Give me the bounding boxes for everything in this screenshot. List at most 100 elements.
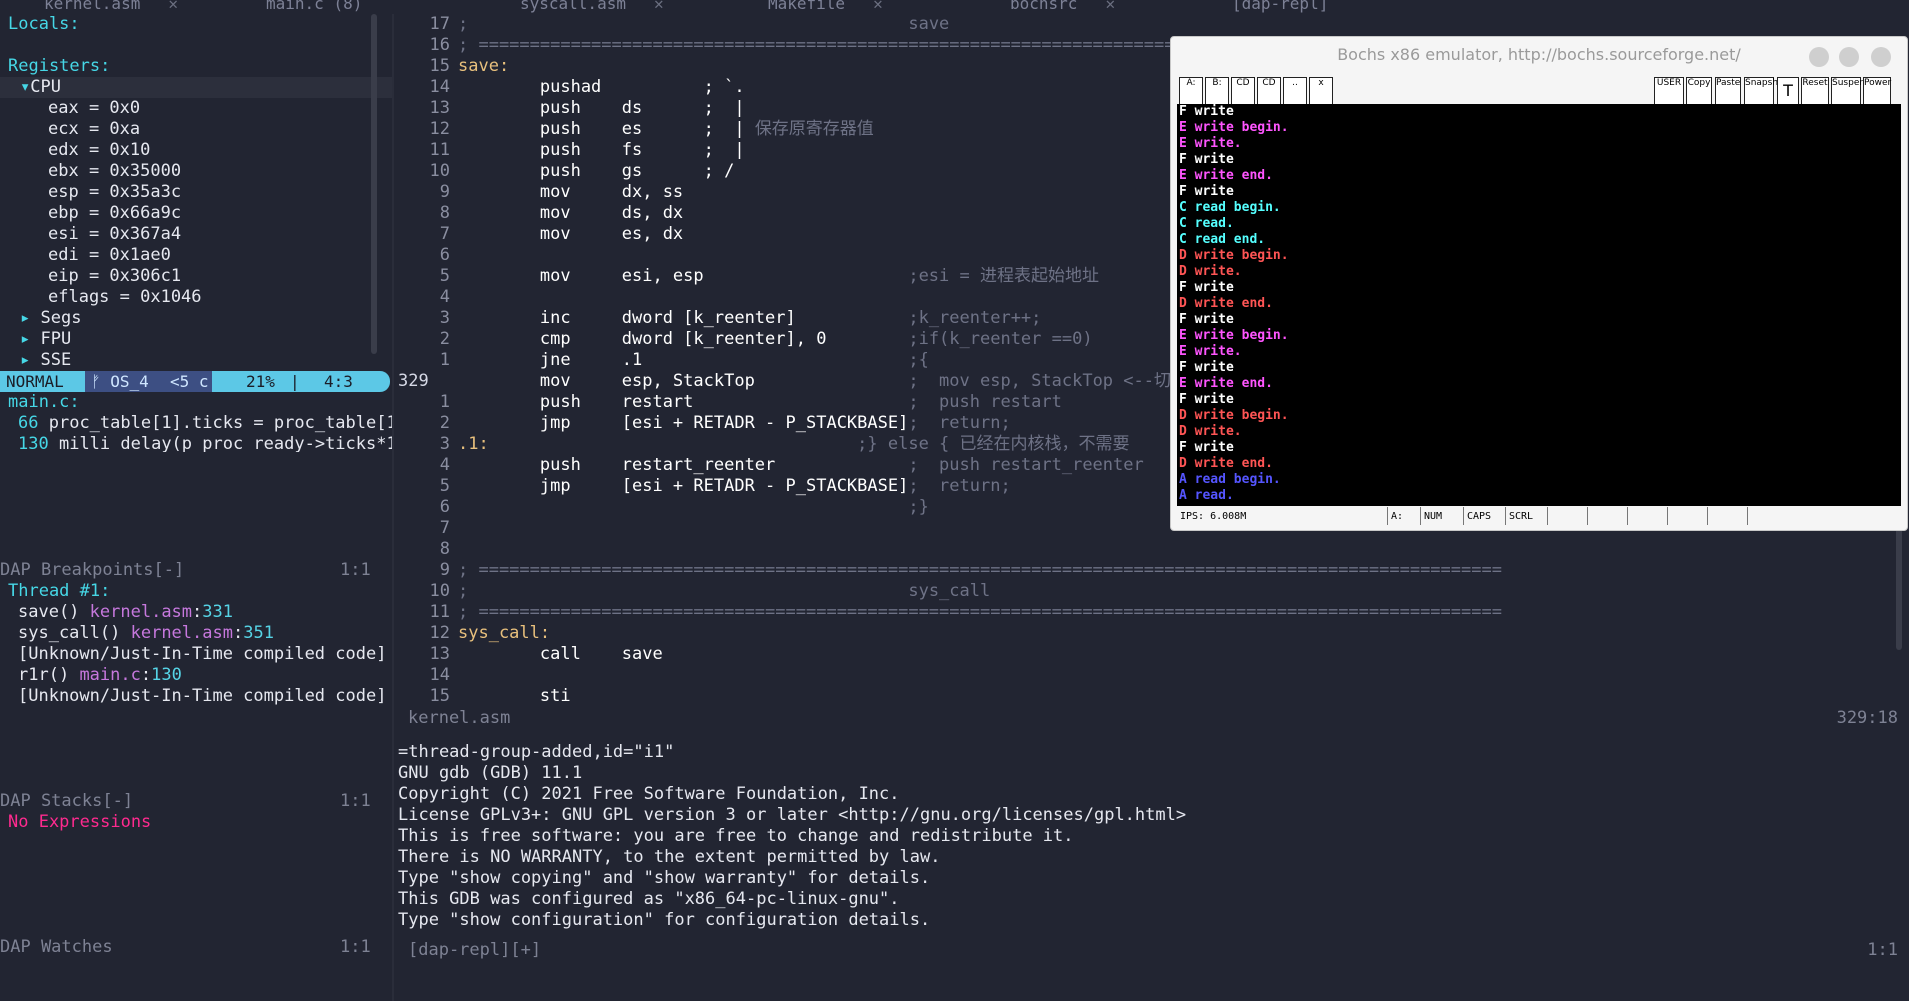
tab-kernel-asm[interactable]: kernel.asm ✕ xyxy=(40,0,178,14)
cdrom-2-icon[interactable]: CD xyxy=(1257,77,1281,105)
register-item[interactable]: eax = 0x0 xyxy=(0,98,392,119)
breakpoint-frame[interactable]: sys_call() kernel.asm:351 xyxy=(0,623,392,644)
screen-process-letter: E xyxy=(1179,120,1187,135)
cdrom-icon[interactable]: CD xyxy=(1231,77,1255,105)
line-number: 10 xyxy=(429,161,450,181)
reset-icon[interactable]: Reset xyxy=(1801,77,1829,105)
code-line[interactable]: 13 call save xyxy=(398,644,1909,665)
floppy-a-icon[interactable]: A: xyxy=(1179,77,1203,105)
tab-close-icon[interactable]: ✕ xyxy=(168,0,178,13)
screen-process-letter: E xyxy=(1179,136,1187,151)
code-line[interactable]: 12 sys_call: xyxy=(398,623,1909,644)
code-comment: ;if(k_reenter ==0) xyxy=(826,329,1093,349)
code-text: mov esi, esp xyxy=(458,266,704,286)
minimize-button[interactable] xyxy=(1809,47,1829,67)
screen-text: write xyxy=(1194,280,1234,295)
code-line[interactable]: 10; sys_call xyxy=(398,581,1909,602)
code-line[interactable]: 11 ; ====================================… xyxy=(398,602,1909,623)
copy-icon[interactable]: Copy xyxy=(1686,77,1712,105)
locals-header[interactable]: Locals: xyxy=(0,14,392,35)
registers-header[interactable]: Registers: xyxy=(0,56,392,77)
register-item[interactable]: ecx = 0xa xyxy=(0,119,392,140)
register-item[interactable]: eflags = 0x1046 xyxy=(0,287,392,308)
snapshot-icon[interactable]: Snapshot xyxy=(1744,77,1787,105)
vertical-split[interactable] xyxy=(392,14,394,1001)
breakpoint-frame[interactable]: save() kernel.asm:331 xyxy=(0,602,392,623)
register-list: eax = 0x0 ecx = 0xa edx = 0x10 ebx = 0x3500… xyxy=(0,98,392,308)
side-scrollbar[interactable] xyxy=(371,14,377,354)
line-number: 10 xyxy=(429,581,450,601)
paste-icon[interactable]: Paste xyxy=(1715,77,1741,105)
register-item[interactable]: esp = 0x35a3c xyxy=(0,182,392,203)
tab-makefile[interactable]: Makefile ✕ xyxy=(764,0,883,14)
frame-line: 351 xyxy=(243,623,274,643)
code-line[interactable]: 14 xyxy=(398,665,1909,686)
tab-close-icon[interactable]: ✕ xyxy=(654,0,664,13)
code-text: push es ; | xyxy=(458,119,755,139)
stack-line[interactable]: 130 milli_delay(p_proc_ready->ticks*1 xyxy=(0,434,392,452)
config-icon[interactable]: T xyxy=(1777,77,1799,105)
code-comment: ; mov esp, StackTop <--切换 xyxy=(754,371,1188,391)
line-number: 14 xyxy=(429,77,450,97)
close-button[interactable] xyxy=(1871,47,1891,67)
floppy-b-icon[interactable]: B: xyxy=(1205,77,1229,105)
code-text: jne .1 xyxy=(458,350,643,370)
breakpoint-frame[interactable]: [Unknown/Just-In-Time compiled code] xyxy=(0,686,392,707)
screen-process-letter: D xyxy=(1179,424,1187,439)
screen-process-letter: F xyxy=(1179,312,1187,327)
maximize-button[interactable] xyxy=(1839,47,1859,67)
line-number: 7 xyxy=(439,224,450,244)
repl-output-line: GNU gdb (GDB) 11.1 xyxy=(398,763,583,783)
code-text: push fs ; | xyxy=(458,140,745,160)
breakpoint-frame[interactable]: r1r() main.c:130 xyxy=(0,665,392,686)
register-item[interactable]: ebx = 0x35000 xyxy=(0,161,392,182)
tab-main-c[interactable]: main.c (8) xyxy=(262,0,362,14)
fpu-group[interactable]: ▸ FPU xyxy=(0,329,392,350)
stack-line[interactable]: 66 proc_table[1].ticks = proc_table[1 ▶ xyxy=(0,413,392,434)
frame-function: save() xyxy=(18,602,80,622)
breakpoint-frame[interactable]: [Unknown/Just-In-Time compiled code] xyxy=(0,644,392,665)
screen-line: E write. xyxy=(1177,136,1901,152)
register-item[interactable]: eip = 0x306c1 xyxy=(0,266,392,287)
register-item[interactable]: ebp = 0x66a9c xyxy=(0,203,392,224)
user-icon[interactable]: USER xyxy=(1654,77,1684,105)
tab-close-icon[interactable]: ✕ xyxy=(1105,0,1115,13)
register-item[interactable]: edx = 0x10 xyxy=(0,140,392,161)
line-number: 15 xyxy=(429,56,450,76)
tab-bochsrc[interactable]: bochsrc ✕ xyxy=(1006,0,1115,14)
line-number: 2 xyxy=(439,329,450,349)
tab-dap-repl[interactable]: [dap-repl] xyxy=(1228,0,1328,14)
breakpoints-title: DAP Breakpoints[-] 1:1 xyxy=(0,560,371,580)
sse-group[interactable]: ▸ SSE xyxy=(0,350,392,371)
line-number: 2 xyxy=(439,413,450,433)
bochs-window[interactable]: Bochs x86 emulator, http://bochs.sourcef… xyxy=(1170,36,1908,531)
thread-label[interactable]: Thread #1: xyxy=(0,581,392,602)
mouse-icon[interactable]: .. xyxy=(1283,77,1307,105)
register-item[interactable]: edi = 0x1ae0 xyxy=(0,245,392,266)
code-line[interactable]: 15 sti xyxy=(398,686,1909,707)
editor-scrollbar[interactable] xyxy=(1896,520,1902,650)
screen-process-letter: A xyxy=(1179,472,1187,487)
code-line[interactable]: 9 ; =====================================… xyxy=(398,560,1909,581)
cpu-group[interactable]: ▾CPU xyxy=(0,77,392,98)
status-line: NORMAL ᚠ OS_4 <5 c 21% | 4:3 xyxy=(0,371,390,392)
screen-line: F write xyxy=(1177,280,1901,296)
dap-repl-console[interactable]: =thread-group-added,id="i1" GNU gdb (GDB)… xyxy=(398,742,1798,942)
bochs-screen[interactable]: F write E write begin. E write. F write E wr… xyxy=(1177,104,1901,506)
code-comment: ; return; xyxy=(908,413,1011,433)
tab-syscall-asm[interactable]: syscall.asm ✕ xyxy=(516,0,664,14)
screen-text: write. xyxy=(1194,424,1242,439)
code-line[interactable]: 17; save xyxy=(398,14,1909,35)
screen-text: write end. xyxy=(1194,376,1273,391)
suspend-icon[interactable]: Suspend xyxy=(1831,77,1871,105)
register-item[interactable]: esi = 0x367a4 xyxy=(0,224,392,245)
tab-close-icon[interactable]: ✕ xyxy=(873,0,883,13)
stack-file[interactable]: main.c: xyxy=(0,392,392,413)
code-line[interactable]: 8 xyxy=(398,539,1909,560)
mode-indicator: NORMAL xyxy=(0,371,85,392)
power-icon[interactable]: Power xyxy=(1863,77,1891,105)
segs-group[interactable]: ▸ Segs xyxy=(0,308,392,329)
screen-text: write xyxy=(1194,440,1234,455)
mouse-capture-icon[interactable]: x xyxy=(1309,77,1333,105)
screen-text: read. xyxy=(1194,216,1234,231)
